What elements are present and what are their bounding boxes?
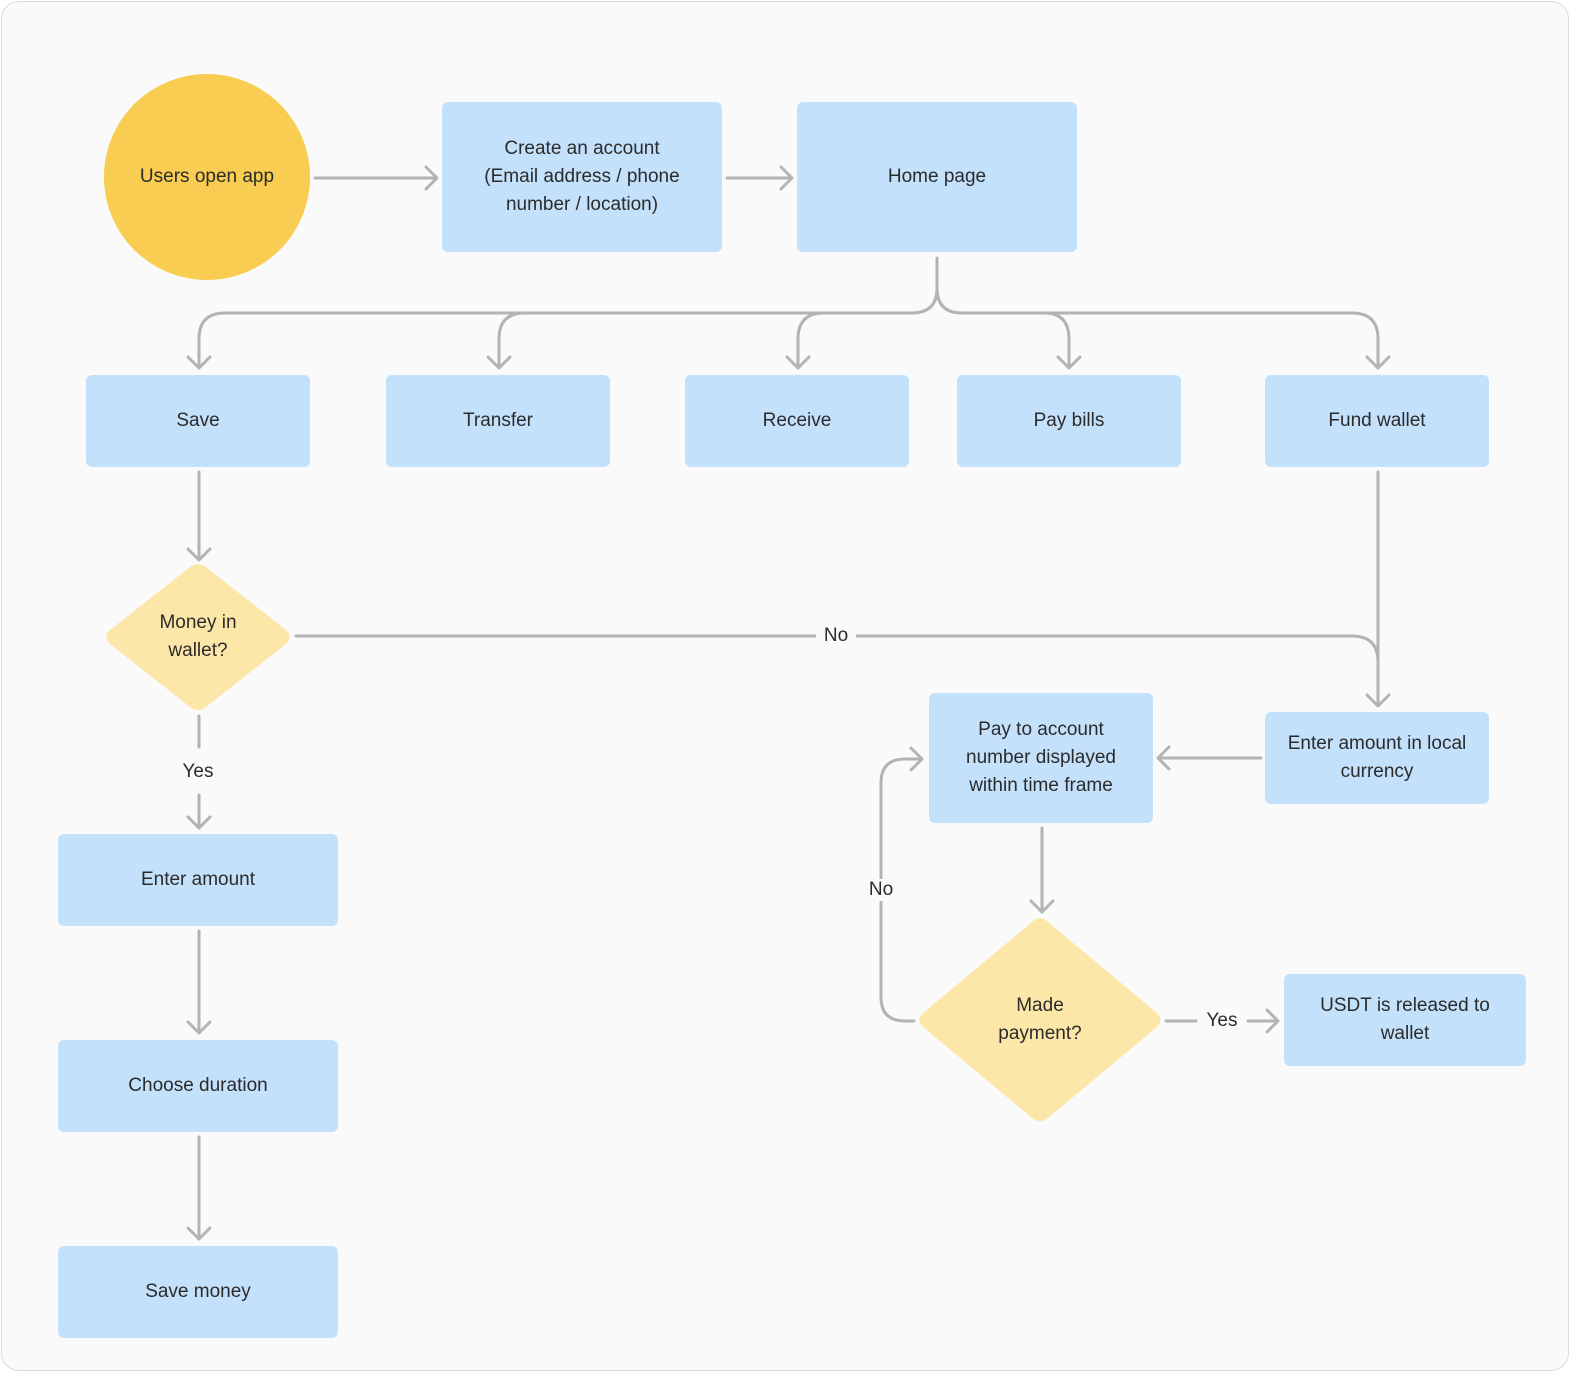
edge-home-to-transfer <box>486 311 527 370</box>
create-account-line-1: Create an account <box>504 138 660 159</box>
fund-wallet-node[interactable]: Fund wallet <box>1265 375 1489 467</box>
edge-fund-wallet-to-local-amount <box>1365 470 1391 708</box>
money-no-label: No <box>815 625 857 647</box>
edge-home-to-receive <box>785 311 826 370</box>
home-page-node[interactable]: Home page <box>797 102 1077 252</box>
made-payment-decision[interactable]: Made payment? <box>916 916 1164 1124</box>
save-money-node[interactable]: Save money <box>58 1246 338 1338</box>
money-yes-label: Yes <box>174 761 222 783</box>
create-account-line-2: (Email address / phone <box>484 166 680 187</box>
receive-node[interactable]: Receive <box>685 375 909 467</box>
edge-pay-to-decision <box>1029 826 1055 914</box>
usdt-released-line-1: USDT is released to <box>1320 995 1490 1016</box>
pay-to-account-node[interactable]: Pay to account number displayed within t… <box>929 693 1153 823</box>
fund-wallet-label: Fund wallet <box>1328 410 1426 431</box>
made-payment-line-1: Made <box>1016 995 1064 1016</box>
save-money-label: Save money <box>145 1281 251 1302</box>
enter-local-amount-line-1: Enter amount in local <box>1287 733 1467 754</box>
transfer-node[interactable]: Transfer <box>386 375 610 467</box>
pay-bills-label: Pay bills <box>1033 410 1105 431</box>
usdt-released-line-2: wallet <box>1380 1023 1430 1044</box>
transfer-label: Transfer <box>462 410 534 431</box>
edge-duration-to-save-money <box>186 1135 212 1241</box>
edge-local-amount-to-pay <box>1156 745 1263 771</box>
home-page-label: Home page <box>887 166 987 187</box>
usdt-released-node[interactable]: USDT is released to wallet <box>1284 974 1526 1066</box>
pay-to-account-line-1: Pay to account <box>978 719 1104 740</box>
enter-local-amount-node[interactable]: Enter amount in local currency <box>1265 712 1489 804</box>
pay-to-account-line-2: number displayed <box>966 747 1116 768</box>
enter-local-amount-line-2: currency <box>1340 761 1414 782</box>
edge-start-to-create-account <box>313 165 439 191</box>
enter-amount-label: Enter amount <box>140 869 256 890</box>
edge-home-to-pay-bills <box>1042 311 1082 370</box>
pay-bills-node[interactable]: Pay bills <box>957 375 1181 467</box>
edge-payment-yes-right <box>1246 1008 1280 1034</box>
save-node[interactable]: Save <box>86 375 310 467</box>
create-account-node[interactable]: Create an account (Email address / phone… <box>442 102 722 252</box>
edge-save-to-decision <box>186 470 212 562</box>
receive-label: Receive <box>762 410 832 431</box>
money-in-wallet-line-2: wallet? <box>168 640 228 661</box>
payment-no-label: No <box>860 879 902 901</box>
money-in-wallet-line-1: Money in <box>159 612 237 633</box>
made-payment-line-2: payment? <box>998 1023 1082 1044</box>
edge-home-right-trunk <box>935 286 1391 370</box>
save-label: Save <box>176 410 220 431</box>
choose-duration-node[interactable]: Choose duration <box>58 1040 338 1132</box>
pay-to-account-line-3: within time frame <box>969 775 1113 796</box>
enter-amount-node[interactable]: Enter amount <box>58 834 338 926</box>
create-account-line-3: number / location) <box>505 194 659 215</box>
start-node[interactable]: Users open app <box>104 74 310 280</box>
edge-create-account-to-home <box>725 165 794 191</box>
start-node-label: Users open app <box>139 166 275 187</box>
payment-yes-label: Yes <box>1198 1010 1246 1032</box>
edge-enter-amount-to-duration <box>186 929 212 1035</box>
edge-money-yes-bottom <box>186 793 212 830</box>
money-in-wallet-decision[interactable]: Money in wallet? <box>103 562 293 712</box>
choose-duration-label: Choose duration <box>128 1075 268 1096</box>
